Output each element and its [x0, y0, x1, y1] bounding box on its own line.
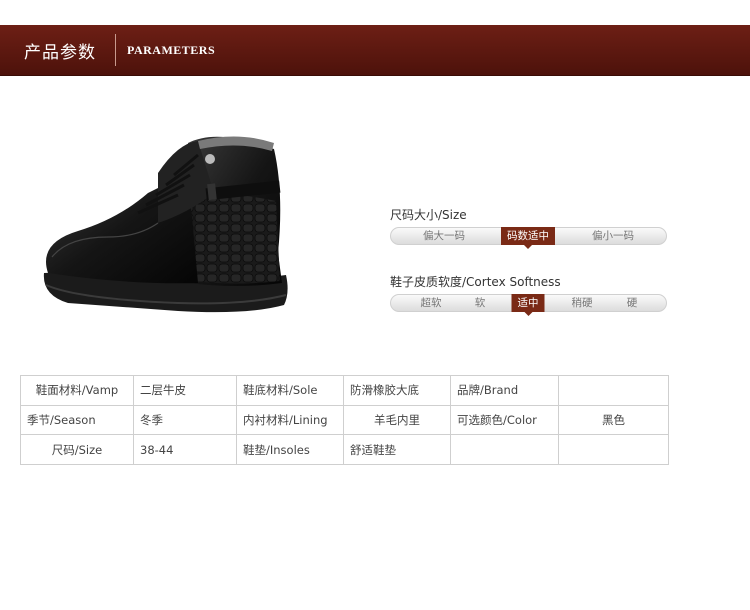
header-title-en: PARAMETERS — [127, 43, 216, 57]
table-cell: 舒适鞋垫 — [343, 434, 451, 465]
size-option-true-to-size: 码数适中 — [501, 227, 555, 249]
table-cell: 鞋面材料/Vamp — [20, 375, 134, 406]
softness-option-soft: 软 — [474, 297, 486, 309]
table-cell: 冬季 — [133, 404, 237, 436]
size-option-large: 偏大一码 — [423, 230, 465, 242]
table-row: 尺码/Size 38-44 鞋垫/Insoles 舒适鞋垫 — [20, 434, 669, 465]
header-divider — [115, 34, 116, 66]
table-cell: 鞋垫/Insoles — [236, 434, 344, 465]
table-cell: 羊毛内里 — [343, 404, 451, 436]
table-cell: 可选颜色/Color — [450, 404, 559, 436]
softness-option-hard: 硬 — [626, 297, 638, 309]
size-option-small: 偏小一码 — [592, 230, 634, 242]
table-cell — [558, 375, 669, 406]
table-row: 季节/Season 冬季 内衬材料/Lining 羊毛内里 可选颜色/Color… — [20, 404, 669, 436]
softness-scale-title: 鞋子皮质软度/Cortex Softness — [390, 275, 561, 289]
softness-scale-bar: 超软 软 适中 稍硬 硬 — [390, 294, 667, 316]
table-cell: 二层牛皮 — [133, 375, 237, 406]
table-cell: 尺码/Size — [20, 434, 134, 465]
boot-product-image — [43, 136, 288, 313]
table-cell: 防滑橡胶大底 — [343, 375, 451, 406]
size-scale-title: 尺码大小/Size — [390, 208, 467, 222]
softness-option-extra-soft: 超软 — [420, 297, 442, 309]
header-banner: 产品参数 PARAMETERS — [0, 25, 750, 76]
size-scale-bar: 偏大一码 码数适中 偏小一码 — [390, 227, 667, 249]
table-cell: 鞋底材料/Sole — [236, 375, 344, 406]
table-cell — [558, 434, 669, 465]
table-cell: 黑色 — [558, 404, 669, 436]
table-cell: 内衬材料/Lining — [236, 404, 344, 436]
header-title-cn: 产品参数 — [24, 43, 96, 63]
table-row: 鞋面材料/Vamp 二层牛皮 鞋底材料/Sole 防滑橡胶大底 品牌/Brand — [20, 375, 669, 406]
softness-option-slightly-hard: 稍硬 — [571, 297, 593, 309]
parameters-table: 鞋面材料/Vamp 二层牛皮 鞋底材料/Sole 防滑橡胶大底 品牌/Brand… — [20, 375, 669, 465]
table-cell — [450, 434, 559, 465]
table-cell: 38-44 — [133, 434, 237, 465]
table-cell: 品牌/Brand — [450, 375, 559, 406]
table-cell: 季节/Season — [20, 404, 134, 436]
softness-option-medium: 适中 — [511, 294, 545, 316]
